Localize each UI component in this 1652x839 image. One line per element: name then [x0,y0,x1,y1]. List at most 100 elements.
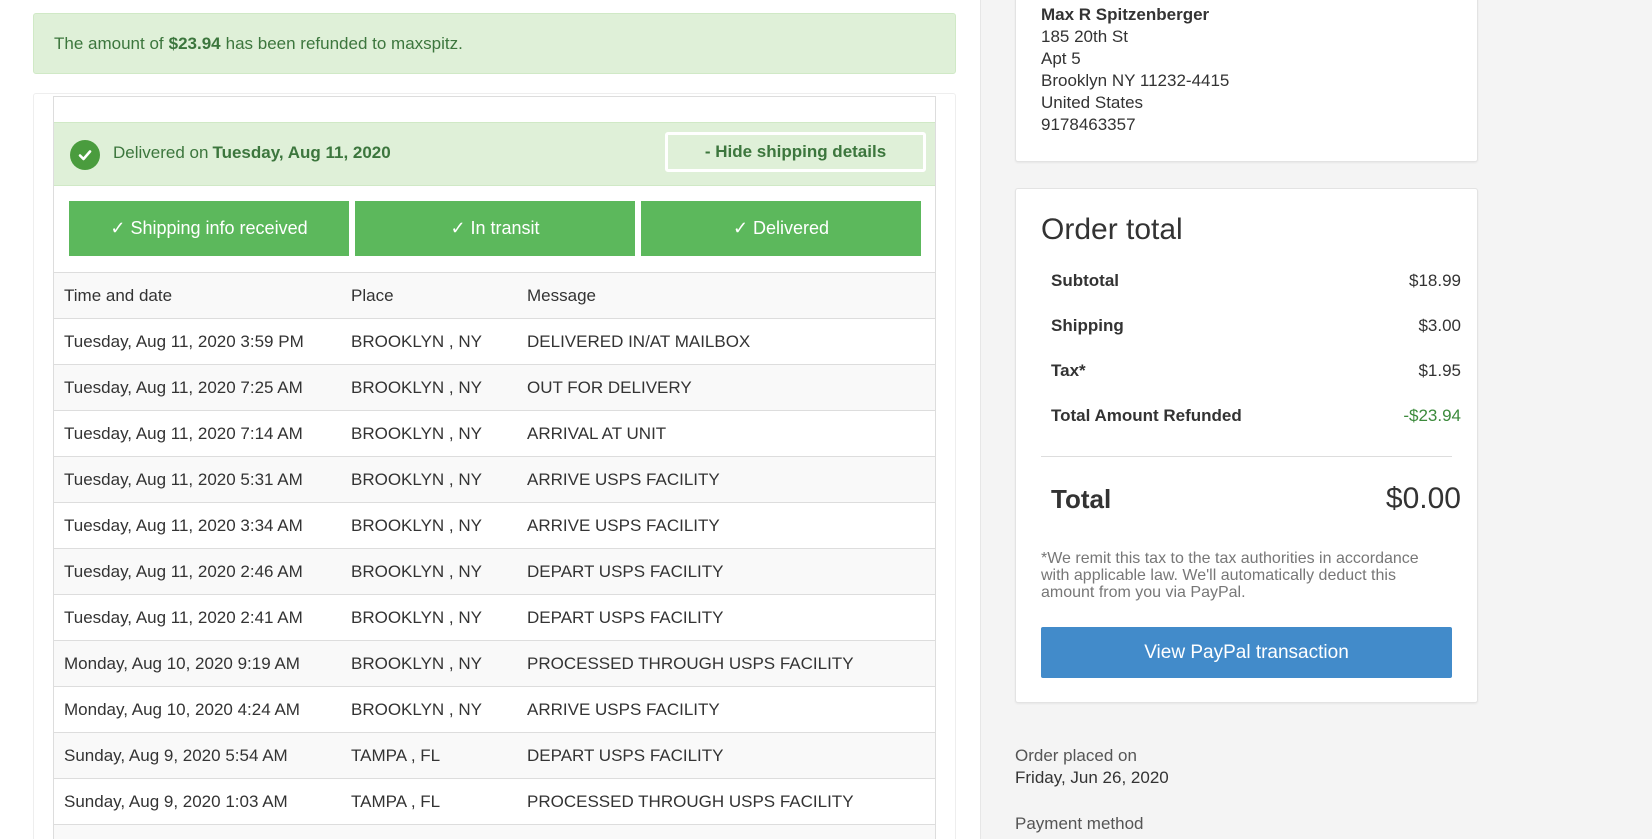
delivery-status-bar: Delivered on Tuesday, Aug 11, 2020 - Hide… [54,122,935,186]
refund-alert: The amount of $23.94 has been refunded t… [33,13,956,74]
cell-place: TAMPA , FL [341,778,517,825]
address-line3: Brooklyn NY 11232-4415 [1041,71,1230,90]
shipping-details: Delivered on Tuesday, Aug 11, 2020 - Hide… [53,96,936,839]
cell-time: Sunday, Aug 9, 2020 5:54 AM [54,732,341,779]
cell-time: Sunday, Aug 9, 2020 1:03 AM [54,778,341,825]
refund-alert-suffix: has been refunded to maxspitz. [225,33,463,53]
cell-place: BROOKLYN , NY [341,410,517,457]
step-in-transit: ✓ In transit [355,201,635,256]
tax-value: $1.95 [1418,361,1461,380]
cell-message: ARRIVAL AT UNIT [517,410,935,457]
shipping-card: Delivered on Tuesday, Aug 11, 2020 - Hide… [33,93,956,839]
delivered-prefix: Delivered on [113,143,209,162]
delivered-date: Tuesday, Aug 11, 2020 [212,143,391,162]
table-row: Tuesday, Aug 11, 2020 3:34 AM BROOKLYN , … [54,502,935,549]
tax-label: Tax* [1051,361,1086,380]
cell-time: Monday, Aug 10, 2020 4:24 AM [54,686,341,733]
step-delivered: ✓ Delivered [641,201,921,256]
subtotal-label: Subtotal [1051,271,1119,290]
cell-place: BROOKLYN , NY [341,548,517,595]
cell-time: Tuesday, Aug 11, 2020 7:14 AM [54,410,341,457]
table-row: Sunday, Aug 9, 2020 5:54 AM TAMPA , FL DEP… [54,732,935,779]
table-row: Tuesday, Aug 11, 2020 2:46 AM BROOKLYN , … [54,548,935,595]
refunded-row: Total Amount Refunded -$23.94 [1051,406,1461,426]
cell-message: PROCESSED THROUGH USPS FACILITY [517,640,935,687]
shipping-panel: The amount of $23.94 has been refunded t… [0,0,981,839]
cell-time: Monday, Aug 10, 2020 9:19 AM [54,640,341,687]
cell-message: DEPART USPS FACILITY [517,732,935,779]
tax-row: Tax* $1.95 [1051,361,1461,381]
cell-place: BROOKLYN , NY [341,318,517,365]
cell-place: BROOKLYN , NY [341,686,517,733]
view-paypal-transaction-button[interactable]: View PayPal transaction [1041,627,1452,678]
cell-message: DEPART USPS FACILITY [517,594,935,641]
shipping-address: Max R Spitzenberger 185 20th St Apt 5 Br… [1041,4,1229,136]
table-row: Sunday, Aug 9, 2020 1:03 AM TAMPA , FL PRO… [54,778,935,825]
refund-alert-prefix: The amount of [54,33,164,53]
order-placed-date: Friday, Jun 26, 2020 [1015,768,1169,787]
grand-total-row: Total $0.00 [1051,482,1461,516]
cell-time: Tuesday, Aug 11, 2020 2:46 AM [54,548,341,595]
table-row: Tuesday, Aug 11, 2020 3:59 PM BROOKLYN , … [54,318,935,365]
cell-place: BROOKLYN , NY [341,456,517,503]
column-header-time: Time and date [54,272,341,319]
table-row: Monday, Aug 10, 2020 4:24 AM BROOKLYN , N… [54,686,935,733]
table-row: Tuesday, Aug 11, 2020 2:41 AM BROOKLYN , … [54,594,935,641]
delivered-status: Delivered on Tuesday, Aug 11, 2020 [113,143,391,163]
table-row: Tuesday, Aug 11, 2020 5:31 AM BROOKLYN , … [54,456,935,503]
table-row: Monday, Aug 10, 2020 9:19 AM BROOKLYN , N… [54,640,935,687]
table-row [54,824,935,839]
shipping-row: Shipping $3.00 [1051,316,1461,336]
step-shipping-info-received: ✓ Shipping info received [69,201,349,256]
cell-message: ARRIVE USPS FACILITY [517,686,935,733]
cell-message: ARRIVE USPS FACILITY [517,456,935,503]
shipping-address-card: Max R Spitzenberger 185 20th St Apt 5 Br… [1015,0,1478,162]
column-header-message: Message [517,272,935,319]
cell-time [54,824,341,839]
grand-total-value: $0.00 [1385,482,1461,515]
payment-method-label: Payment method [1015,814,1144,833]
cell-time: Tuesday, Aug 11, 2020 7:25 AM [54,364,341,411]
cell-message [517,824,935,839]
order-total-card: Order total Subtotal $18.99 Shipping $3.… [1015,188,1478,703]
tax-note: *We remit this tax to the tax authoritie… [1041,550,1419,601]
cell-message: ARRIVE USPS FACILITY [517,502,935,549]
cell-time: Tuesday, Aug 11, 2020 2:41 AM [54,594,341,641]
cell-place: BROOKLYN , NY [341,640,517,687]
cell-place: BROOKLYN , NY [341,364,517,411]
table-row: Tuesday, Aug 11, 2020 7:25 AM BROOKLYN , … [54,364,935,411]
address-name: Max R Spitzenberger [1041,5,1210,24]
address-phone: 9178463357 [1041,115,1136,134]
cell-message: OUT FOR DELIVERY [517,364,935,411]
cell-place: BROOKLYN , NY [341,502,517,549]
cell-time: Tuesday, Aug 11, 2020 5:31 AM [54,456,341,503]
hide-shipping-details-button[interactable]: - Hide shipping details [665,132,926,172]
refunded-value: -$23.94 [1403,406,1461,425]
address-line2: Apt 5 [1041,49,1081,68]
refunded-label: Total Amount Refunded [1051,406,1242,425]
table-row: Tuesday, Aug 11, 2020 7:14 AM BROOKLYN , … [54,410,935,457]
column-header-place: Place [341,272,517,319]
refund-amount: $23.94 [168,33,221,53]
cell-time: Tuesday, Aug 11, 2020 3:59 PM [54,318,341,365]
subtotal-row: Subtotal $18.99 [1051,271,1461,291]
shipping-label: Shipping [1051,316,1124,335]
grand-total-label: Total [1051,484,1112,514]
order-placed-label: Order placed on [1015,746,1137,765]
subtotal-value: $18.99 [1409,271,1461,290]
cell-message: PROCESSED THROUGH USPS FACILITY [517,778,935,825]
cell-message: DEPART USPS FACILITY [517,548,935,595]
tracking-header-row: Time and date Place Message [54,272,935,319]
cell-time: Tuesday, Aug 11, 2020 3:34 AM [54,502,341,549]
order-total-title: Order total [1041,213,1183,246]
shipping-value: $3.00 [1418,316,1461,335]
address-line1: 185 20th St [1041,27,1128,46]
address-country: United States [1041,93,1144,112]
check-circle-icon [70,140,100,170]
cell-place: BROOKLYN , NY [341,594,517,641]
tracking-table: Time and date Place Message Tuesday, Aug… [54,272,935,839]
divider [1041,456,1452,457]
cell-place: TAMPA , FL [341,732,517,779]
cell-message: DELIVERED IN/AT MAILBOX [517,318,935,365]
cell-place [341,824,517,839]
